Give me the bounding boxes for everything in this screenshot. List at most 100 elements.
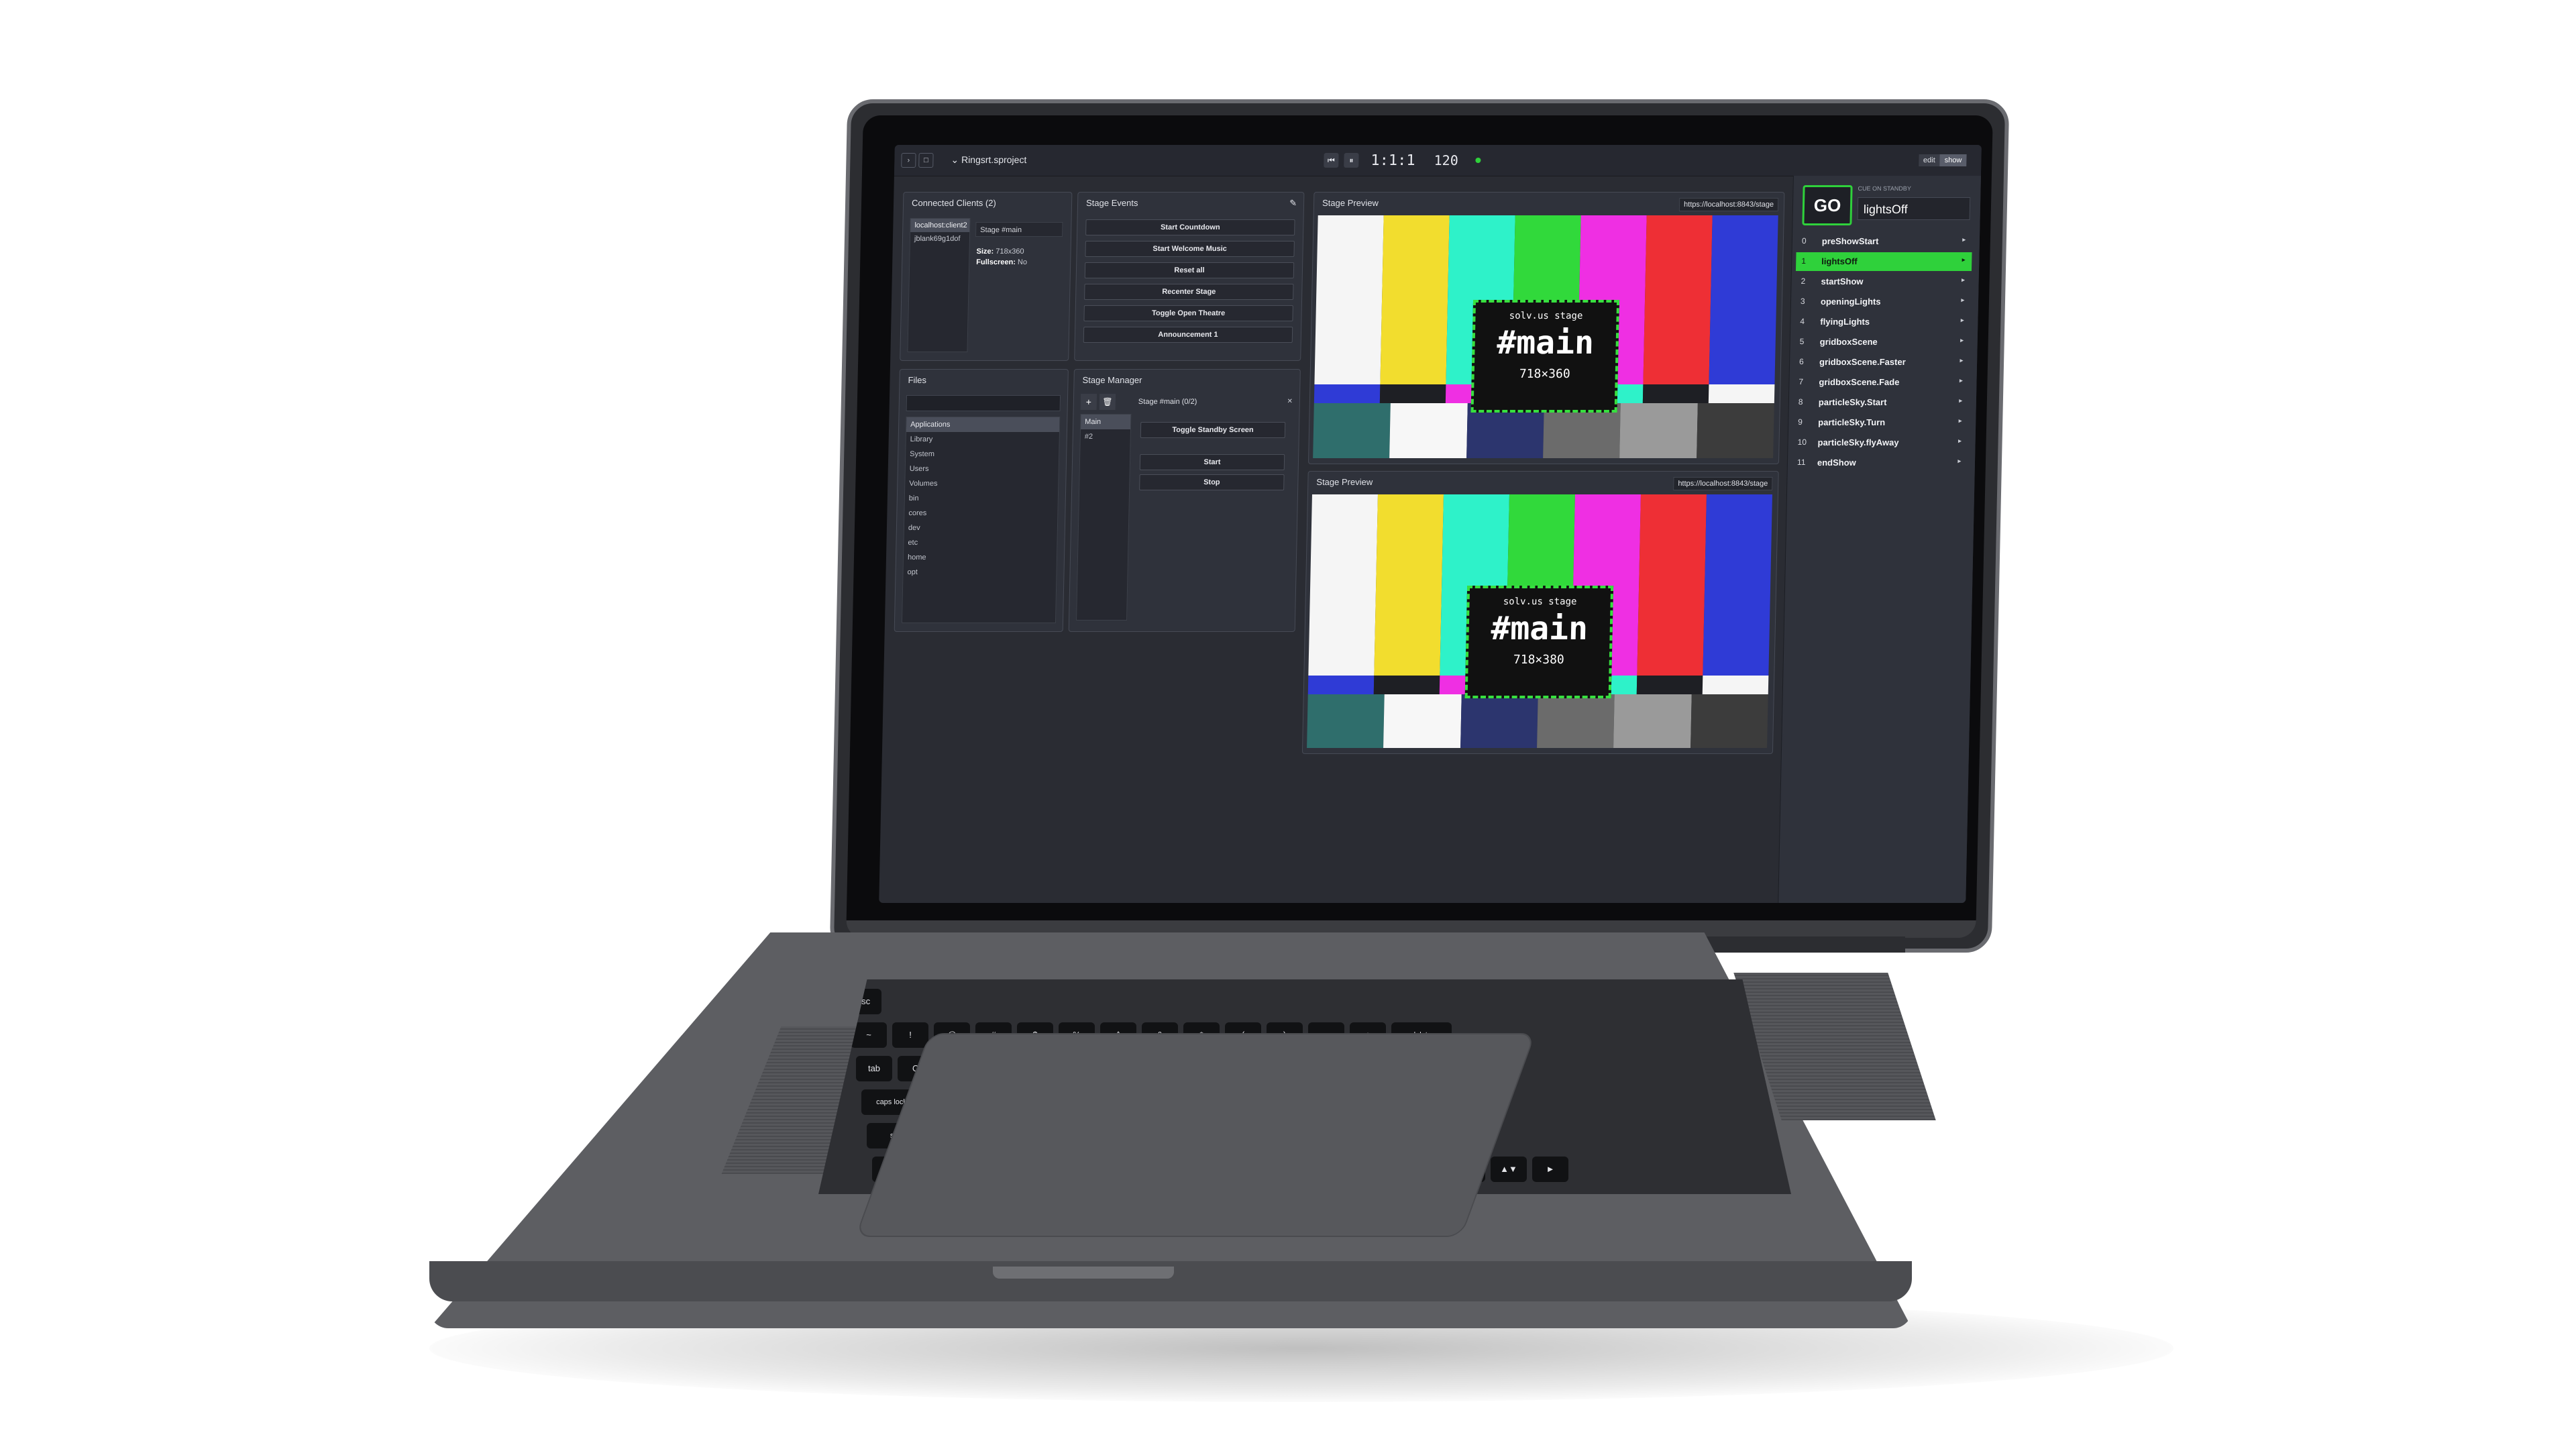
file-item[interactable]: Library bbox=[906, 432, 1059, 447]
stage-events-panel: Stage Events ✎ Start Countdown Start Wel… bbox=[1074, 192, 1305, 361]
go-button[interactable]: GO bbox=[1802, 185, 1853, 225]
start-button[interactable]: Start bbox=[1139, 454, 1285, 470]
event-button[interactable]: Toggle Open Theatre bbox=[1083, 305, 1293, 321]
cue-item[interactable]: 3 openingLights ▸ bbox=[1795, 292, 1972, 311]
event-button[interactable]: Reset all bbox=[1084, 262, 1295, 278]
laptop-lid: › □ ⌄ Ringsrt.sproject ⏮ ⏸ 1:1:1 120 edi… bbox=[829, 99, 2010, 953]
file-item[interactable]: System bbox=[906, 447, 1059, 462]
cue-arrow-icon: ▸ bbox=[1962, 276, 1965, 283]
cue-item[interactable]: 0 preShowStart ▸ bbox=[1796, 232, 1973, 251]
cue-arrow-icon: ▸ bbox=[1958, 417, 1962, 424]
cue-item[interactable]: 5 gridboxScene ▸ bbox=[1794, 333, 1970, 352]
client-details: Size: 718x360 Fullscreen: No bbox=[976, 248, 1028, 266]
file-list: Applications Library System Users Volume… bbox=[901, 417, 1061, 623]
stage-select[interactable]: Stage #main bbox=[975, 222, 1063, 237]
cue-item[interactable]: 10 particleSky.flyAway ▸ bbox=[1792, 433, 1968, 452]
trash-icon[interactable]: 🗑 bbox=[1099, 394, 1116, 410]
event-button[interactable]: Start Welcome Music bbox=[1085, 241, 1295, 257]
file-item[interactable]: etc bbox=[904, 535, 1057, 550]
color-bars-bottom bbox=[1307, 694, 1768, 748]
window-icon[interactable]: □ bbox=[918, 153, 934, 168]
file-item[interactable]: Volumes bbox=[905, 476, 1058, 491]
cue-arrow-icon: ▸ bbox=[1962, 256, 1966, 263]
cue-number: 5 bbox=[1799, 337, 1805, 346]
rewind-button[interactable]: ⏮ bbox=[1324, 153, 1339, 168]
project-name[interactable]: ⌄ Ringsrt.sproject bbox=[951, 154, 1026, 166]
pause-button[interactable]: ⏸ bbox=[1344, 153, 1359, 168]
trackpad[interactable] bbox=[855, 1033, 1536, 1237]
cue-item[interactable]: 1 lightsOff ▸ bbox=[1795, 252, 1972, 271]
cue-number: 0 bbox=[1801, 236, 1807, 246]
mode-toggle: edit show bbox=[1918, 154, 1967, 166]
cue-number: 10 bbox=[1797, 437, 1807, 447]
stage-preview-url[interactable]: https://localhost:8843/stage bbox=[1678, 198, 1779, 211]
cue-number: 7 bbox=[1799, 377, 1804, 386]
cue-number: 1 bbox=[1801, 256, 1807, 266]
stage-preview-title: Stage Preview bbox=[1322, 198, 1379, 208]
app-screen: › □ ⌄ Ringsrt.sproject ⏮ ⏸ 1:1:1 120 edi… bbox=[879, 145, 1982, 903]
event-button[interactable]: Announcement 1 bbox=[1083, 327, 1293, 343]
stage-list: Main #2 bbox=[1076, 414, 1132, 621]
file-item[interactable]: Applications bbox=[906, 417, 1060, 432]
keyboard-key[interactable]: ! bbox=[892, 1022, 928, 1048]
files-panel: Files Applications Library System Users … bbox=[894, 369, 1069, 632]
cue-item[interactable]: 4 flyingLights ▸ bbox=[1794, 313, 1971, 331]
stop-button[interactable]: Stop bbox=[1139, 474, 1285, 490]
client-list: localhost:client2 jblank69g1dof bbox=[907, 218, 971, 352]
cue-arrow-icon: ▸ bbox=[1960, 357, 1964, 364]
file-item[interactable]: home bbox=[904, 550, 1057, 565]
stage-list-item[interactable]: #2 bbox=[1081, 429, 1130, 444]
client-size: 718x360 bbox=[996, 248, 1024, 256]
stage-preview-panel: Stage Preview https://localhost:8843/sta… bbox=[1301, 471, 1779, 754]
cue-item[interactable]: 7 gridboxScene.Fade ▸ bbox=[1793, 373, 1970, 392]
cue-arrow-icon: ▸ bbox=[1959, 377, 1963, 384]
cue-item[interactable]: 2 startShow ▸ bbox=[1795, 272, 1972, 291]
cue-item[interactable]: 6 gridboxScene.Faster ▸ bbox=[1794, 353, 1970, 372]
client-item[interactable]: localhost:client2 bbox=[910, 219, 970, 232]
cue-name: preShowStart bbox=[1821, 236, 1879, 246]
cue-item[interactable]: 9 particleSky.Turn ▸ bbox=[1792, 413, 1969, 432]
status-indicator bbox=[1475, 158, 1481, 163]
transport-controls: ⏮ ⏸ 1:1:1 120 bbox=[1324, 152, 1481, 169]
edit-pencil-icon[interactable]: ✎ bbox=[1289, 198, 1297, 209]
close-icon[interactable]: ✕ bbox=[1287, 398, 1293, 405]
keyboard-key[interactable]: tab bbox=[856, 1056, 892, 1081]
stage-preview-title: Stage Preview bbox=[1316, 477, 1373, 487]
stage-overlay: solv.us stage #main 718×360 bbox=[1470, 300, 1620, 413]
client-item[interactable]: jblank69g1dof bbox=[910, 232, 969, 246]
cue-arrow-icon: ▸ bbox=[1960, 317, 1964, 323]
cue-arrow-icon: ▸ bbox=[1957, 458, 1962, 464]
cue-number: 3 bbox=[1800, 297, 1805, 306]
cue-arrow-icon: ▸ bbox=[1959, 397, 1963, 404]
cue-number: 2 bbox=[1801, 276, 1806, 286]
cue-item[interactable]: 11 endShow ▸ bbox=[1792, 453, 1968, 472]
file-item[interactable]: cores bbox=[904, 506, 1057, 521]
files-search-input[interactable] bbox=[906, 395, 1061, 411]
stage-preview-url[interactable]: https://localhost:8843/stage bbox=[1673, 477, 1773, 490]
file-item[interactable]: Users bbox=[906, 462, 1059, 476]
keyboard-key[interactable]: ► bbox=[1532, 1157, 1568, 1182]
event-button[interactable]: Start Countdown bbox=[1085, 219, 1295, 235]
edit-mode-button[interactable]: edit bbox=[1918, 154, 1940, 166]
cue-name: startShow bbox=[1821, 276, 1864, 286]
cue-number: 8 bbox=[1798, 397, 1803, 407]
show-mode-button[interactable]: show bbox=[1939, 154, 1967, 166]
file-item[interactable]: dev bbox=[904, 521, 1057, 535]
cue-arrow-icon: ▸ bbox=[1960, 337, 1964, 343]
file-item[interactable]: bin bbox=[905, 491, 1058, 506]
file-item[interactable]: opt bbox=[903, 565, 1056, 580]
cue-number: 9 bbox=[1798, 417, 1803, 427]
cue-item[interactable]: 8 particleSky.Start ▸ bbox=[1793, 393, 1970, 412]
event-button[interactable]: Recenter Stage bbox=[1084, 284, 1294, 300]
cue-arrow-icon: ▸ bbox=[1958, 437, 1962, 444]
add-icon[interactable]: + bbox=[1080, 394, 1097, 410]
cue-arrow-icon: ▸ bbox=[1961, 297, 1965, 303]
keyboard-key[interactable]: ▲▼ bbox=[1491, 1157, 1527, 1182]
overlay-size: 718×360 bbox=[1519, 367, 1570, 381]
sidebar-toggle-icon[interactable]: › bbox=[901, 153, 916, 168]
overlay-stage-name: #main bbox=[1490, 610, 1589, 647]
toggle-standby-button[interactable]: Toggle Standby Screen bbox=[1140, 422, 1286, 438]
overlay-subtitle: solv.us stage bbox=[1509, 311, 1583, 321]
stage-list-item[interactable]: Main bbox=[1081, 415, 1131, 429]
stage-manager-stage-label: Stage #main (0/2) bbox=[1138, 398, 1197, 406]
